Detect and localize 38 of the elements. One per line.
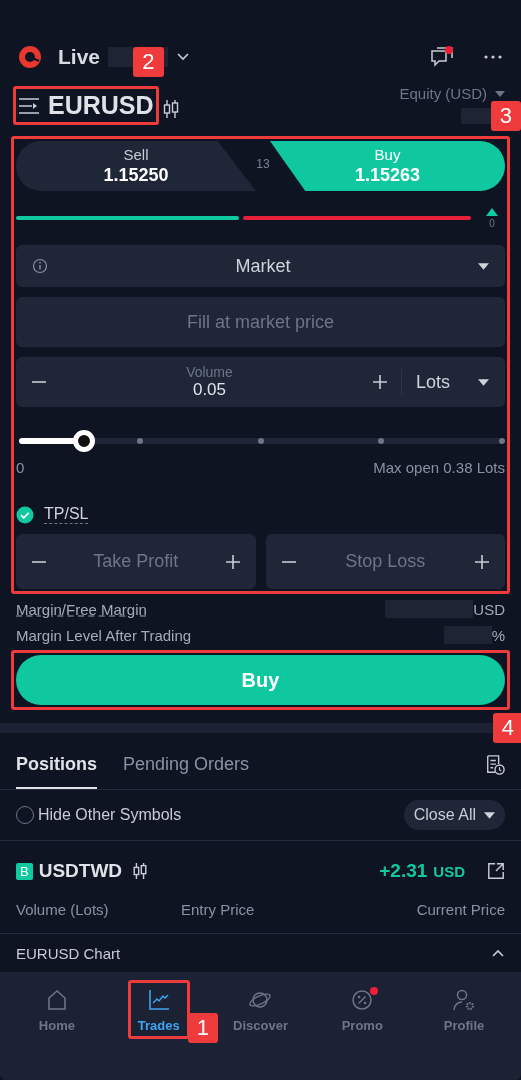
slider-min-label: 0 <box>16 459 25 476</box>
tab[interactable]: Pending Orders <box>123 741 250 789</box>
unit-dropdown[interactable]: Lots <box>415 371 450 393</box>
annotation-number: 3 <box>490 101 521 131</box>
column-heading: Entry Price <box>181 901 256 918</box>
symbol-name[interactable]: EURUSD <box>48 91 154 120</box>
column-heading: Current Price <box>416 901 505 918</box>
max-open-label: Max open 0.38 Lots <box>373 459 505 476</box>
profit-currency: USD <box>433 862 465 880</box>
equity-label[interactable]: Equity (USD) <box>399 85 487 102</box>
margin-label: Margin Level After Trading <box>16 626 192 644</box>
tab[interactable]: Positions <box>16 741 97 789</box>
tpsl-label[interactable]: TP/SL <box>44 505 89 524</box>
spread-value: 13 <box>256 157 270 171</box>
buy-side-badge: B <box>16 862 33 880</box>
close-all-button[interactable]: Close All <box>403 800 505 830</box>
take-profit-field[interactable]: Take Profit <box>16 534 256 589</box>
chart-bar-label[interactable]: EURUSD Chart <box>16 944 121 962</box>
volume-field[interactable]: Volume 0.05 Lots <box>16 357 505 407</box>
sell-button[interactable]: Sell 1.15250 <box>16 141 256 191</box>
profit-value: +2.31 <box>379 860 428 882</box>
order-type-dropdown[interactable]: Market <box>16 245 505 287</box>
annotation-number: 4 <box>492 713 521 743</box>
unit-label: USD <box>473 600 505 618</box>
column-heading: Volume (Lots) <box>16 901 110 918</box>
nav-item[interactable]: Trades <box>133 986 184 1035</box>
position-symbol[interactable]: USDTWD <box>38 860 123 882</box>
unit-label: % <box>491 626 505 644</box>
annotation-number: 2 <box>133 47 164 77</box>
sentiment-change: 0 <box>489 217 495 229</box>
price-field[interactable]: Fill at market price <box>16 297 505 347</box>
filter-label[interactable]: Hide Other Symbols <box>38 806 182 824</box>
margin-label: Margin/Free Margin <box>16 600 147 618</box>
stop-loss-input[interactable]: Stop Loss <box>295 550 475 573</box>
annotation-number: 1 <box>187 1013 218 1043</box>
stop-loss-field[interactable]: Stop Loss <box>265 534 505 589</box>
take-profit-input[interactable]: Take Profit <box>46 550 226 573</box>
account-type[interactable]: Live <box>58 45 101 69</box>
